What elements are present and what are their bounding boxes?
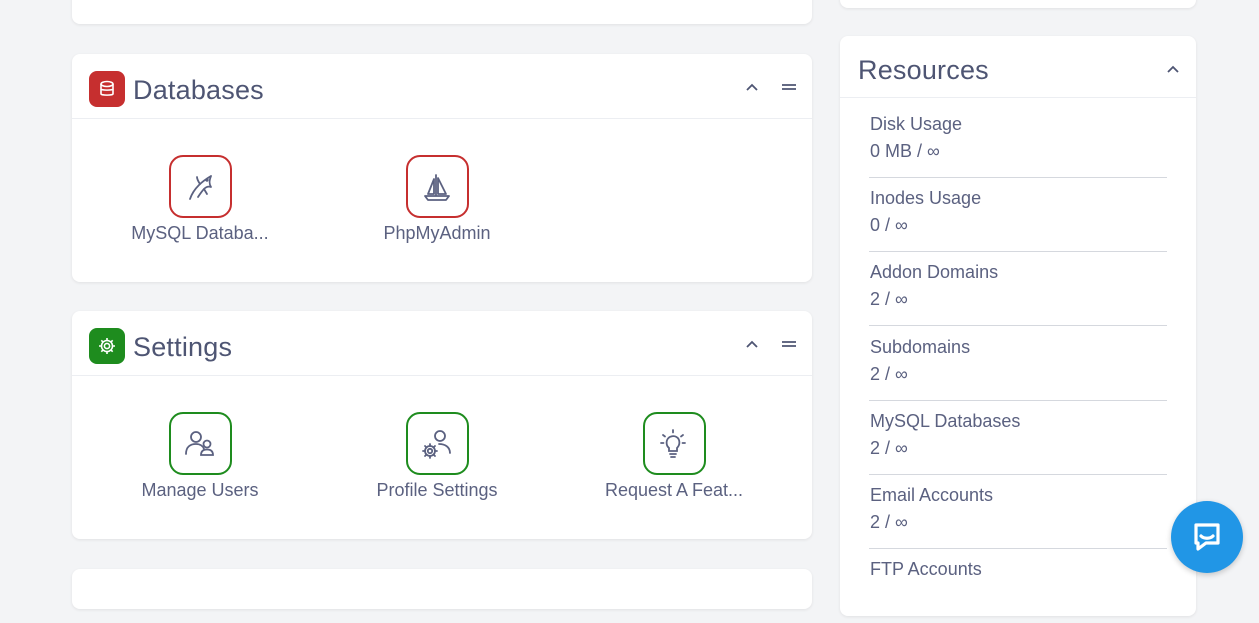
app-label: PhpMyAdmin bbox=[383, 223, 491, 243]
resource-value: 2 / ∞ bbox=[870, 512, 908, 532]
user-gear-icon bbox=[405, 412, 469, 475]
resource-value: 0 MB / ∞ bbox=[870, 141, 940, 161]
sailboat-icon bbox=[405, 155, 469, 218]
app-label: Profile Settings bbox=[376, 480, 498, 500]
resource-value: 2 / ∞ bbox=[870, 364, 908, 384]
resources-card: Resources Disk Usage 0 MB / ∞ Inodes Usa… bbox=[840, 36, 1196, 616]
collapse-chevron-up-icon[interactable] bbox=[1162, 58, 1184, 80]
drag-handle-icon[interactable] bbox=[778, 333, 800, 355]
databases-card: Databases MySQL Databa... PhpMyAdmin bbox=[72, 54, 812, 282]
app-request-feature[interactable]: Request A Feat... bbox=[594, 412, 754, 501]
dolphin-icon bbox=[168, 155, 232, 218]
lightbulb-icon bbox=[642, 412, 706, 475]
resource-name: Inodes Usage bbox=[870, 188, 982, 208]
resources-card-header: Resources bbox=[840, 36, 1196, 98]
collapse-chevron-up-icon[interactable] bbox=[741, 76, 763, 98]
settings-card-header: Settings bbox=[72, 311, 812, 376]
top-partial-card-right bbox=[840, 0, 1196, 8]
resource-value: 2 / ∞ bbox=[870, 438, 908, 458]
resource-name: FTP Accounts bbox=[870, 559, 982, 579]
app-profile-settings[interactable]: Profile Settings bbox=[357, 412, 517, 501]
collapse-chevron-up-icon[interactable] bbox=[741, 333, 763, 355]
chat-bubble-icon bbox=[1194, 523, 1220, 551]
resource-name: Subdomains bbox=[870, 337, 971, 357]
bottom-partial-card bbox=[72, 569, 812, 609]
app-manage-users[interactable]: Manage Users bbox=[120, 412, 280, 501]
app-mysql-databases[interactable]: MySQL Databa... bbox=[120, 155, 280, 244]
drag-handle-icon[interactable] bbox=[778, 76, 800, 98]
resource-disk-usage: Disk Usage 0 MB / ∞ bbox=[869, 104, 1167, 178]
resource-subdomains: Subdomains 2 / ∞ bbox=[869, 327, 1167, 401]
resource-inodes-usage: Inodes Usage 0 / ∞ bbox=[869, 178, 1167, 252]
resource-name: MySQL Databases bbox=[870, 411, 1021, 431]
resource-value: 2 / ∞ bbox=[870, 289, 908, 309]
resources-card-title: Resources bbox=[858, 55, 989, 85]
resource-name: Disk Usage bbox=[870, 114, 963, 134]
resource-name: Email Accounts bbox=[870, 485, 994, 505]
resource-value: 0 / ∞ bbox=[870, 215, 908, 235]
app-label: MySQL Databa... bbox=[131, 223, 269, 243]
chat-launcher-button[interactable] bbox=[1171, 501, 1243, 573]
settings-card: Settings Manage Users Profile Settings R… bbox=[72, 311, 812, 539]
databases-card-title: Databases bbox=[133, 75, 264, 105]
settings-card-title: Settings bbox=[133, 332, 233, 362]
databases-card-header: Databases bbox=[72, 54, 812, 119]
app-label: Manage Users bbox=[141, 480, 259, 500]
resource-name: Addon Domains bbox=[870, 262, 999, 282]
resource-ftp-accounts: FTP Accounts bbox=[869, 549, 1167, 623]
app-phpmyadmin[interactable]: PhpMyAdmin bbox=[357, 155, 517, 244]
top-partial-card bbox=[72, 0, 812, 24]
gear-icon bbox=[89, 328, 125, 364]
users-icon bbox=[168, 412, 232, 475]
app-label: Request A Feat... bbox=[604, 480, 744, 500]
resource-addon-domains: Addon Domains 2 / ∞ bbox=[869, 252, 1167, 326]
resource-email-accounts: Email Accounts 2 / ∞ bbox=[869, 475, 1167, 549]
resource-mysql-databases: MySQL Databases 2 / ∞ bbox=[869, 401, 1167, 475]
database-icon bbox=[89, 71, 125, 107]
